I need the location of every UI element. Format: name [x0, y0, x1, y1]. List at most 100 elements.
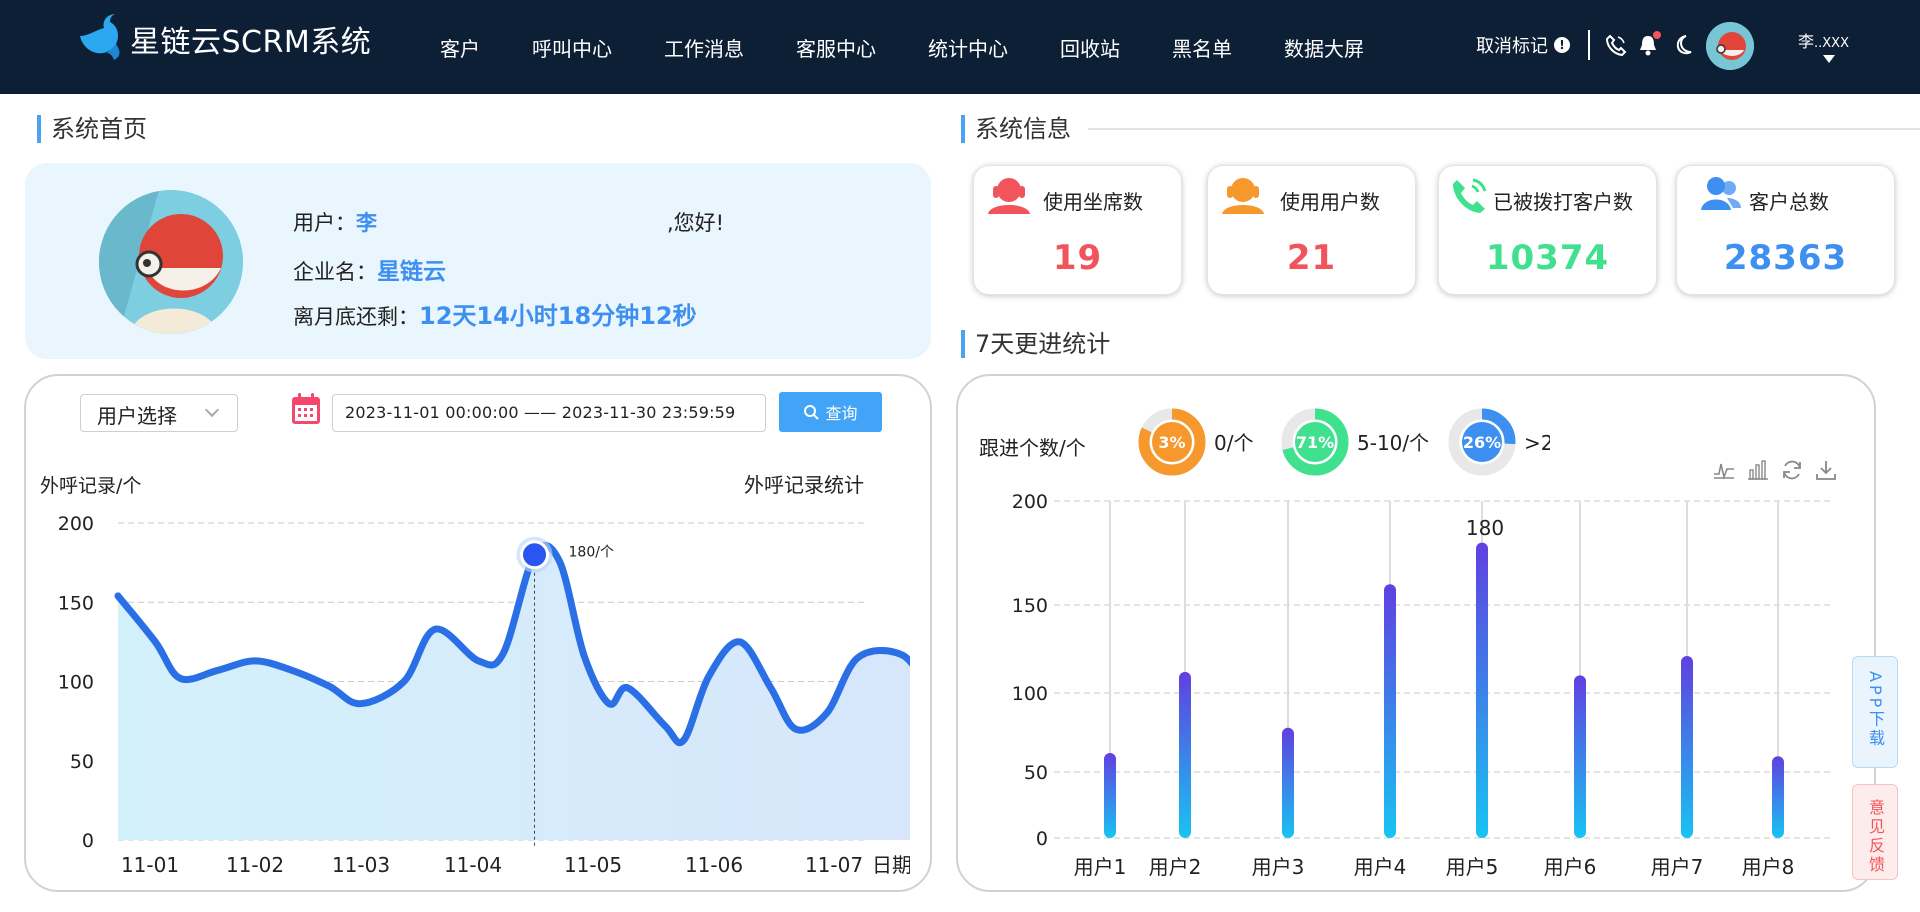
user-greeting-row: 用户：李 ,您好! [293, 211, 725, 235]
y-tick-label: 50 [70, 751, 94, 773]
user-select-dropdown[interactable]: 用户选择 [80, 394, 238, 432]
x-tick-label: 11-05 [564, 853, 622, 877]
section-divider [1088, 128, 1920, 130]
bar[interactable] [1476, 542, 1488, 838]
user-icon [1222, 178, 1264, 214]
y-tick-label: 0 [1036, 828, 1048, 850]
bar[interactable] [1681, 656, 1693, 838]
ring-percent-label: 26% [1463, 433, 1501, 452]
follow-ratio-rings: 3% 0/个 71% 5-10/个 26% >20/个 [1138, 408, 1550, 476]
avatar-cartoon-icon [99, 190, 243, 334]
nav-statistics-center[interactable]: 统计中心 [928, 33, 1008, 62]
ring-caption: 5-10/个 [1357, 431, 1429, 455]
nav-data-screen[interactable]: 数据大屏 [1284, 33, 1364, 62]
line-chart-icon[interactable] [1712, 458, 1736, 482]
app-logo[interactable]: 星链云SCRM系统 [76, 14, 371, 64]
user-menu-caret-icon[interactable] [1823, 55, 1835, 63]
header-divider [1588, 30, 1590, 60]
phone-call-icon[interactable] [1605, 34, 1627, 56]
bar[interactable] [1772, 756, 1784, 838]
x-tick-label: 11-02 [226, 853, 284, 877]
x-tick-label: 用户5 [1446, 855, 1499, 879]
main-nav: 客户 呼叫中心 工作消息 客服中心 统计中心 回收站 黑名单 数据大屏 [440, 0, 1416, 94]
bar[interactable] [1384, 584, 1396, 838]
chart-toolbox [1712, 458, 1838, 482]
current-user-name: 李 [356, 211, 377, 235]
series-area [118, 545, 910, 840]
phone-icon [1453, 178, 1487, 213]
ring-caption: 0/个 [1214, 431, 1253, 455]
stat-card-seats: 使用坐席数 19 [973, 165, 1182, 295]
search-icon [804, 405, 820, 420]
follow-up-bar-chart[interactable]: 0 50 100 150 200 用户1 用户2 用户3 用户4 用户5 用户6 用户7 用户8 180 [990, 480, 1860, 880]
bell-notification-icon[interactable] [1637, 30, 1663, 58]
x-tick-label: 用户3 [1252, 855, 1305, 879]
info-icon: ! [1554, 37, 1570, 53]
stat-value-total-customers: 28363 [1723, 238, 1848, 278]
stat-card-users: 使用用户数 21 [1207, 165, 1416, 295]
bar[interactable] [1104, 753, 1116, 838]
max-value-label: 180 [1466, 516, 1504, 540]
section-title-system-info: 系统信息 [961, 115, 1071, 143]
top-navigation-bar: 星链云SCRM系统 客户 呼叫中心 工作消息 客服中心 统计中心 回收站 黑名单… [0, 0, 1920, 94]
app-title: 星链云SCRM系统 [130, 25, 372, 60]
x-tick-label: 用户7 [1651, 855, 1704, 879]
query-button[interactable]: 查询 [779, 392, 882, 432]
nav-recycle-bin[interactable]: 回收站 [1060, 33, 1120, 62]
chart-title: 外呼记录统计 [744, 473, 864, 497]
bar[interactable] [1574, 675, 1586, 838]
stat-value-seats: 19 [1052, 238, 1103, 278]
nav-call-center[interactable]: 呼叫中心 [532, 33, 612, 62]
highlight-point[interactable] [520, 540, 550, 570]
download-icon[interactable] [1814, 458, 1838, 482]
month-remaining-row: 离月底还剩：12天14小时18分钟12秒 [293, 302, 697, 330]
ring-percent-label: 3% [1158, 433, 1185, 452]
y-tick-label: 150 [1012, 595, 1048, 617]
moon-dark-mode-icon[interactable] [1672, 34, 1694, 56]
outbound-call-area-chart[interactable]: 外呼记录/个 外呼记录统计 0 50 100 150 200 180/个 11-01 11-02 1… [30, 460, 910, 890]
avatar-cartoon-icon [1706, 22, 1754, 70]
bar[interactable] [1179, 671, 1191, 838]
user-avatar[interactable] [1706, 22, 1754, 70]
seat-user-icon [988, 178, 1030, 214]
y-tick-label: 0 [82, 830, 94, 852]
stat-value-dialed: 10374 [1485, 238, 1610, 278]
follow-count-label: 跟进个数/个 [979, 436, 1086, 460]
chevron-down-icon [204, 402, 220, 418]
x-axis-title: 日期 [872, 853, 910, 877]
welcome-card: 用户：李 ,您好! 企业名：星链云 离月底还剩：12天14小时18分钟12秒 [25, 163, 931, 359]
y-tick-label: 50 [1024, 762, 1048, 784]
section-title-home: 系统首页 [37, 115, 147, 143]
ring-caption: >20/个 [1524, 431, 1550, 455]
bar-chart-icon[interactable] [1746, 458, 1770, 482]
stat-value-users: 21 [1286, 238, 1337, 278]
users-icon [1701, 177, 1741, 210]
nav-blacklist[interactable]: 黑名单 [1172, 33, 1232, 62]
y-tick-label: 200 [1012, 491, 1048, 513]
profile-avatar [99, 190, 243, 334]
x-tick-label: 11-01 [121, 853, 179, 877]
cancel-mark-button[interactable]: 取消标记 ! [1476, 32, 1570, 58]
x-tick-label: 11-07 [805, 853, 863, 877]
company-row: 企业名：星链云 [293, 259, 446, 285]
nav-customer[interactable]: 客户 [440, 33, 480, 62]
x-tick-label: 用户6 [1544, 855, 1597, 879]
section-title-follow-stats: 7天更进统计 [961, 330, 1110, 358]
nav-service-center[interactable]: 客服中心 [796, 33, 876, 62]
app-download-tab[interactable]: APP下载 [1852, 656, 1898, 768]
bar[interactable] [1282, 727, 1294, 838]
company-name: 星链云 [377, 259, 446, 285]
calendar-icon[interactable] [290, 392, 322, 426]
header-username[interactable]: 李..XXX [1798, 28, 1849, 52]
x-tick-label: 11-03 [332, 853, 390, 877]
nav-work-messages[interactable]: 工作消息 [664, 33, 744, 62]
bird-logo-icon [80, 14, 120, 60]
highlight-label: 180/个 [569, 545, 614, 561]
y-axis-title: 外呼记录/个 [40, 475, 141, 497]
date-range-input[interactable]: 2023-11-01 00:00:00 —— 2023-11-30 23:59:… [332, 394, 766, 432]
refresh-icon[interactable] [1780, 458, 1804, 482]
x-tick-label: 用户8 [1742, 855, 1795, 879]
feedback-tab[interactable]: 意见反馈 [1852, 784, 1898, 880]
x-tick-label: 11-04 [444, 853, 502, 877]
y-tick-label: 100 [58, 672, 94, 694]
